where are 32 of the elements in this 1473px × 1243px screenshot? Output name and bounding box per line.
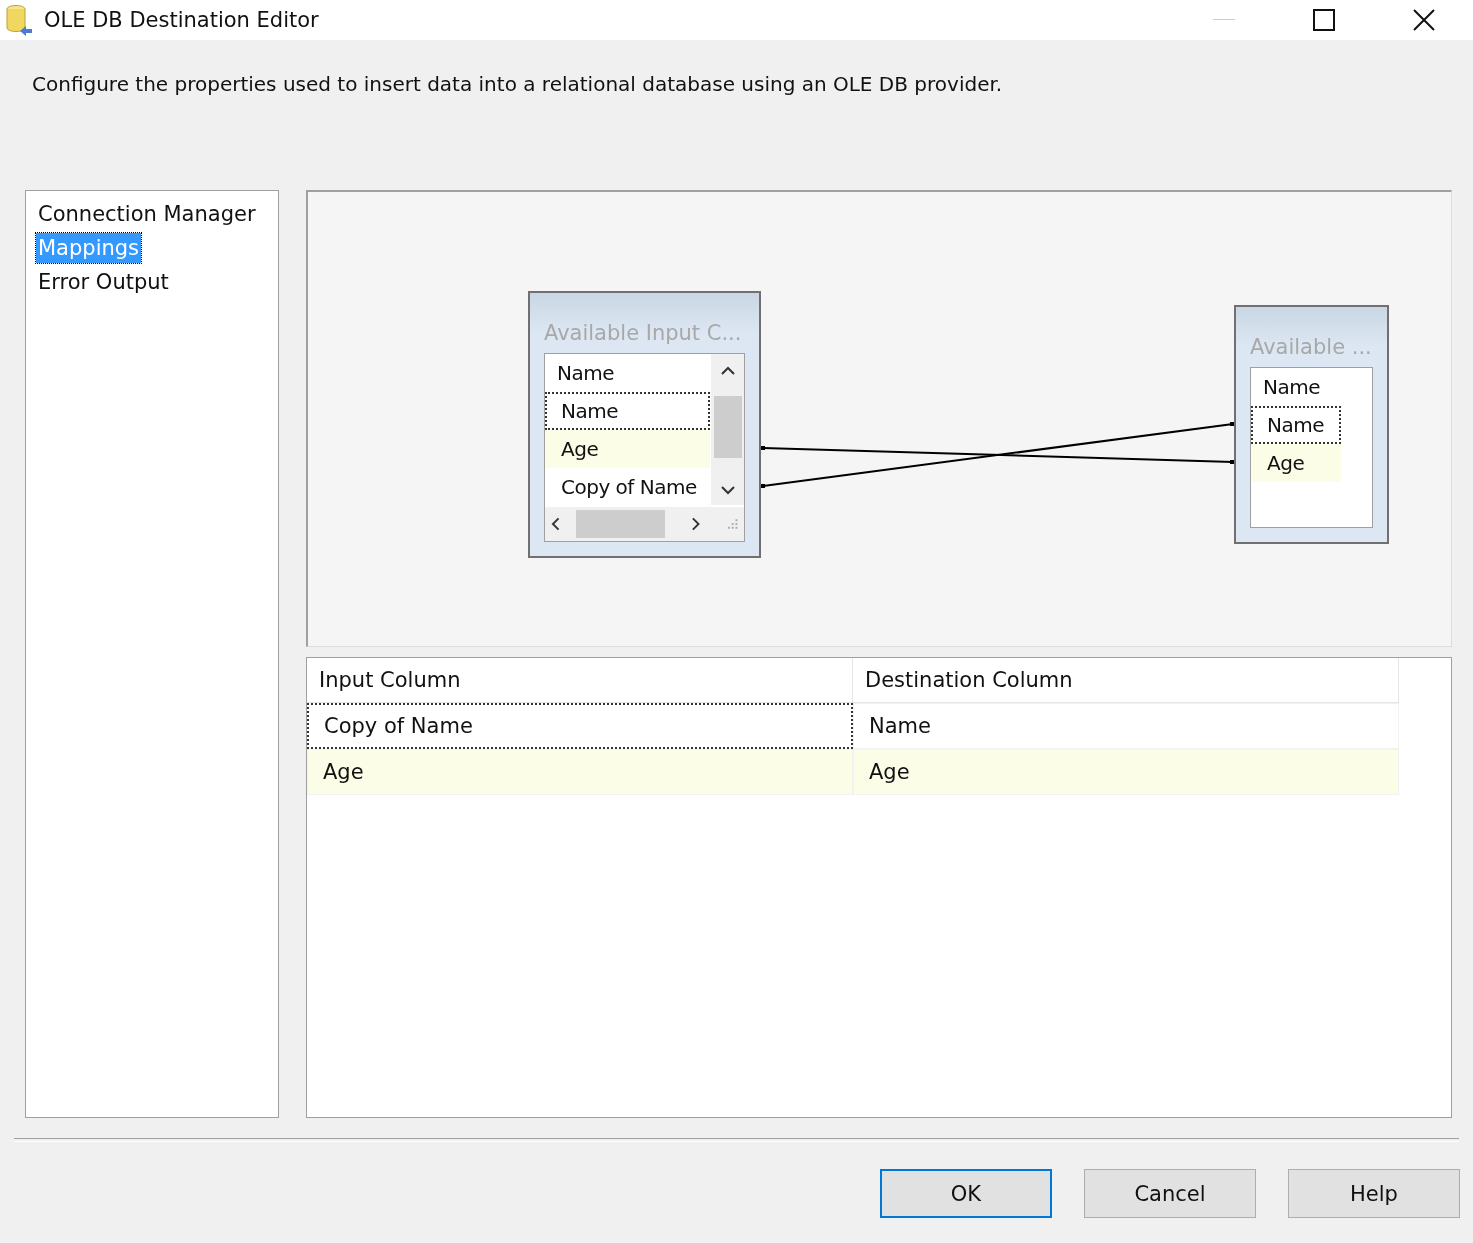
scroll-thumb[interactable] bbox=[713, 395, 742, 458]
table-title: Available Input C... bbox=[544, 320, 743, 347]
chevron-right-icon[interactable] bbox=[691, 517, 701, 531]
resize-grip-icon[interactable] bbox=[726, 518, 738, 530]
database-icon bbox=[4, 4, 34, 36]
dialog-button[interactable]: Help bbox=[1288, 1169, 1460, 1218]
column-item[interactable]: Age bbox=[1251, 444, 1341, 482]
chevron-left-icon[interactable] bbox=[551, 517, 561, 531]
close-icon bbox=[1413, 9, 1435, 31]
column-item[interactable]: Name bbox=[1251, 406, 1341, 444]
table-cell[interactable]: Age bbox=[853, 749, 1399, 795]
description-text: Configure the properties used to insert data into a relational database using an OLE DB provider. bbox=[32, 72, 1004, 96]
table-cell[interactable]: Age bbox=[307, 749, 853, 795]
column-item[interactable]: Name bbox=[545, 392, 710, 430]
table-cell[interactable]: Copy of Name bbox=[307, 703, 853, 749]
maximize-icon bbox=[1313, 9, 1335, 31]
dialog-button[interactable]: Cancel bbox=[1084, 1169, 1256, 1218]
vertical-scrollbar[interactable] bbox=[711, 354, 744, 505]
connector-line[interactable] bbox=[761, 422, 1234, 488]
chevron-down-icon[interactable] bbox=[720, 485, 735, 495]
scroll-thumb[interactable] bbox=[576, 510, 666, 538]
horizontal-scrollbar[interactable] bbox=[545, 507, 744, 541]
table-cell[interactable]: Name bbox=[853, 703, 1399, 749]
table-title: Available ... bbox=[1250, 334, 1373, 361]
column-item[interactable]: Age bbox=[545, 430, 710, 468]
minimize-icon bbox=[1213, 19, 1235, 21]
connector-line[interactable] bbox=[761, 446, 1234, 464]
dialog-button[interactable]: OK bbox=[880, 1169, 1052, 1218]
window-title: OLE DB Destination Editor bbox=[44, 8, 320, 32]
chevron-up-icon[interactable] bbox=[720, 366, 735, 376]
sidebar-item[interactable]: Connection Manager bbox=[36, 199, 258, 229]
sidebar-item[interactable]: Error Output bbox=[36, 267, 171, 297]
